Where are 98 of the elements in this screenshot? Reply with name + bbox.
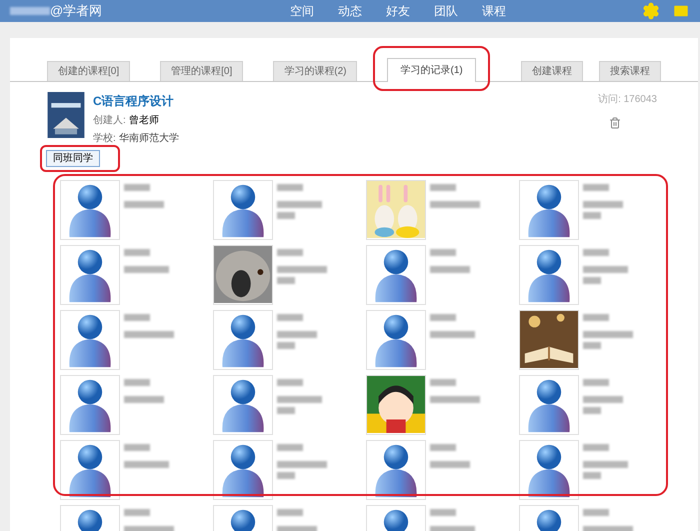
redacted-name [430, 509, 456, 516]
redacted-school [583, 342, 601, 349]
site-name: @学者网 [50, 2, 102, 20]
redacted-school [583, 266, 628, 273]
school-label: 学校: [93, 132, 116, 146]
action-button[interactable]: 搜索课程 [599, 61, 661, 81]
redacted-school [277, 342, 295, 349]
redacted-name [124, 314, 150, 321]
redacted-name [277, 314, 303, 321]
redacted-name [124, 379, 150, 386]
nav-link[interactable]: 空间 [290, 2, 314, 20]
avatar-frame[interactable] [366, 440, 426, 500]
redacted-name [277, 249, 303, 256]
redacted-username [10, 7, 50, 15]
avatar-frame[interactable] [519, 180, 579, 240]
nav-link[interactable]: 课程 [482, 2, 506, 20]
avatar-frame[interactable] [213, 440, 273, 500]
redacted-school [583, 212, 601, 219]
redacted-school [430, 201, 480, 208]
redacted-name [124, 444, 150, 451]
avatar-frame[interactable] [519, 245, 579, 305]
avatar-frame[interactable] [366, 375, 426, 435]
redacted-school [124, 396, 164, 403]
creator-name: 曾老师 [128, 114, 159, 128]
redacted-school [277, 277, 295, 284]
redacted-school [277, 407, 295, 414]
redacted-school [124, 461, 169, 468]
avatar-frame[interactable] [519, 440, 579, 500]
redacted-school [583, 526, 633, 531]
redacted-name [583, 249, 609, 256]
redacted-name [124, 249, 150, 256]
redacted-school [430, 266, 470, 273]
redacted-name [583, 509, 609, 516]
redacted-school [583, 201, 623, 208]
redacted-school [124, 331, 174, 338]
redacted-name [430, 184, 456, 191]
redacted-school [277, 472, 295, 479]
classmates-button[interactable]: 同班同学 [46, 150, 100, 167]
nav-link[interactable]: 动态 [338, 2, 362, 20]
tab[interactable]: 学习的课程(2) [273, 61, 358, 81]
redacted-school [277, 201, 322, 208]
avatar-frame[interactable] [60, 375, 120, 435]
avatar-frame[interactable] [213, 310, 273, 370]
avatar-frame[interactable] [366, 245, 426, 305]
redacted-school [430, 461, 470, 468]
redacted-name [277, 444, 303, 451]
avatar-frame[interactable] [213, 245, 273, 305]
redacted-name [430, 249, 456, 256]
redacted-school [430, 331, 475, 338]
redacted-name [124, 184, 150, 191]
redacted-school [430, 396, 480, 403]
redacted-name [430, 444, 456, 451]
redacted-school [583, 277, 601, 284]
action-button[interactable]: 创建课程 [521, 61, 583, 81]
creator-label: 创建人: [93, 114, 126, 128]
avatar-frame[interactable] [519, 375, 579, 435]
redacted-school [583, 407, 601, 414]
redacted-name [277, 184, 303, 191]
redacted-name [583, 184, 609, 191]
avatar-frame[interactable] [519, 310, 579, 370]
avatar-frame[interactable] [60, 440, 120, 500]
delete-icon[interactable] [609, 117, 621, 129]
redacted-name [583, 444, 609, 451]
redacted-school [277, 331, 317, 338]
redacted-school [430, 526, 475, 531]
redacted-school [124, 266, 169, 273]
redacted-school [124, 201, 164, 208]
tab[interactable]: 学习的记录(1) [387, 58, 476, 82]
avatar-frame[interactable] [213, 180, 273, 240]
redacted-school [277, 212, 295, 219]
school-name: 华南师范大学 [118, 132, 179, 146]
redacted-name [430, 379, 456, 386]
tab[interactable]: 管理的课程[0] [160, 61, 244, 81]
course-title[interactable]: C语言程序设计 [93, 92, 179, 110]
redacted-name [124, 509, 150, 516]
redacted-school [277, 396, 322, 403]
avatar-frame[interactable] [60, 180, 120, 240]
avatar-frame[interactable] [366, 310, 426, 370]
avatar-frame[interactable] [60, 310, 120, 370]
avatar-frame[interactable] [213, 375, 273, 435]
nav-link[interactable]: 好友 [386, 2, 410, 20]
redacted-name [277, 509, 303, 516]
redacted-name [430, 314, 456, 321]
redacted-school [277, 461, 327, 468]
redacted-school [124, 526, 174, 531]
redacted-school [583, 472, 601, 479]
tab[interactable]: 创建的课程[0] [47, 61, 130, 81]
redacted-school [583, 331, 633, 338]
nav-link[interactable]: 团队 [434, 2, 458, 20]
redacted-school [583, 396, 623, 403]
visit-count: 访问: 176043 [598, 92, 657, 107]
avatar-frame[interactable] [60, 245, 120, 305]
redacted-name [277, 379, 303, 386]
redacted-school [277, 526, 317, 531]
redacted-name [583, 314, 609, 321]
redacted-name [583, 379, 609, 386]
redacted-school [277, 266, 327, 273]
redacted-school [583, 461, 628, 468]
